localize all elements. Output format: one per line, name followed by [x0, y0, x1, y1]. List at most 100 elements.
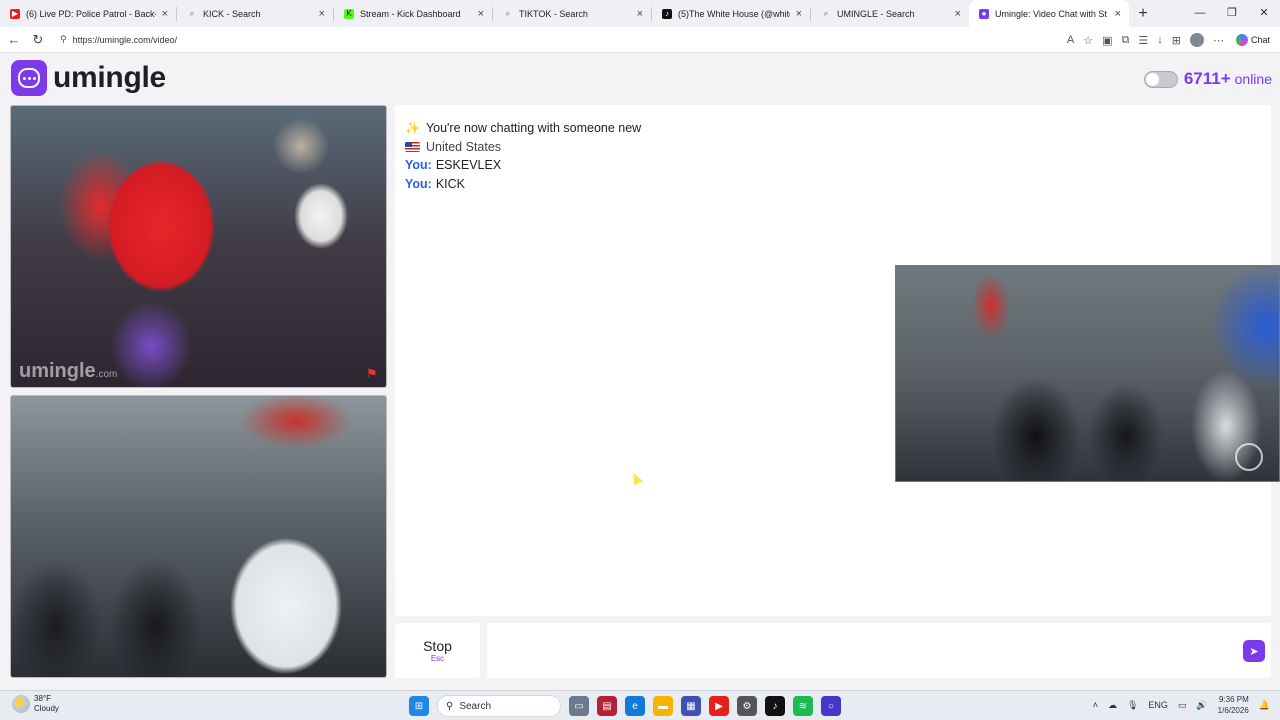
stop-button[interactable]: Stop Esc [395, 623, 480, 678]
sparkle-icon: ✨ [405, 121, 420, 135]
tab-kick-search[interactable]: ⌕ KICK - Search × [177, 0, 333, 27]
language-indicator[interactable]: ENG [1148, 700, 1168, 710]
send-icon[interactable]: ➤ [1243, 640, 1265, 662]
tab-live-pd[interactable]: ▶ (6) Live PD: Police Patrol - Back-to × [0, 0, 176, 27]
task-view-icon[interactable]: ▭ [569, 696, 589, 716]
close-icon[interactable]: × [1115, 8, 1121, 20]
tiktok-icon[interactable]: ♪ [765, 696, 785, 716]
store-icon[interactable]: ▦ [681, 696, 701, 716]
intro-text: You're now chatting with someone new [425, 121, 642, 135]
extensions-icon[interactable]: ⧉ [1122, 34, 1130, 47]
tab-label: TIKTOK - Search [519, 8, 588, 19]
split-screen-icon[interactable]: ▣ [1102, 34, 1112, 47]
edge-browser-icon[interactable]: e [625, 696, 645, 716]
weather-widget[interactable]: 38°F Cloudy [12, 694, 59, 714]
us-flag-icon [405, 141, 420, 152]
reload-icon[interactable]: ↻ [26, 32, 50, 48]
message-sender: You: [405, 176, 432, 191]
site-logo[interactable]: umingle [11, 60, 166, 96]
spotify-icon[interactable]: ≋ [793, 696, 813, 716]
report-flag-icon[interactable]: ⚑ [366, 367, 380, 381]
tab-kick-dashboard[interactable]: K Stream - Kick Dashboard × [334, 0, 492, 27]
close-icon[interactable]: × [955, 8, 961, 20]
logo-text: umingle [53, 61, 166, 94]
online-count: 6711+ [1183, 69, 1231, 88]
minimize-icon[interactable]: — [1184, 0, 1216, 27]
chat-bubble-icon [11, 60, 47, 96]
back-arrow-icon[interactable]: ← [2, 32, 26, 47]
taskbar-apps: ⊞ ⚲ Search ▭ ▤ e ▬ ▦ ▶ ⚙ ♪ ≋ ○ [409, 695, 841, 717]
umingle-page: umingle 6711+ online umingle.com ⚑ ✨ You… [0, 53, 1280, 690]
browser-tab-strip: ▶ (6) Live PD: Police Patrol - Back-to ×… [0, 0, 1280, 27]
close-icon[interactable]: × [637, 8, 643, 20]
display-icon[interactable]: ▭ [1178, 700, 1187, 711]
maximize-icon[interactable]: ❐ [1216, 0, 1248, 27]
cloudy-weather-icon [12, 695, 30, 713]
umingle-icon: ● [979, 8, 989, 19]
site-info-icon[interactable]: ⚲ [60, 34, 67, 45]
youtube-icon[interactable]: ▶ [709, 696, 729, 716]
clock-date: 1/6/2026 [1217, 706, 1249, 715]
tab-umingle-search[interactable]: ⌕ UMINGLE - Search × [811, 0, 969, 27]
speaker-icon[interactable]: 🔊 [1196, 700, 1207, 711]
chat-intro: ✨ You're now chatting with someone new [405, 119, 641, 138]
clock[interactable]: 9:36 PM 1/6/2026 [1218, 694, 1249, 716]
kick-icon: K [344, 8, 354, 19]
cloud-icon[interactable]: ☁ [1108, 700, 1117, 711]
favorites-icon[interactable]: ☰ [1138, 34, 1148, 47]
search-icon: ⌕ [823, 8, 829, 18]
file-explorer-icon[interactable]: ▬ [653, 696, 673, 716]
taskbar-search[interactable]: ⚲ Search [437, 695, 561, 717]
tab-umingle-active[interactable]: ● Umingle: Video Chat with St × [969, 0, 1129, 27]
collections-icon[interactable]: ⊞ [1172, 34, 1181, 47]
tab-white-house[interactable]: ♪ (5)The White House (@whitehous × [652, 0, 810, 27]
stop-label: Stop [423, 638, 452, 654]
tray-chevron-icon[interactable]: ˄ [1093, 700, 1098, 710]
close-window-icon[interactable]: ✕ [1248, 0, 1280, 27]
notification-icon[interactable]: 🔔 [1259, 700, 1270, 711]
app-circle-icon[interactable]: ○ [821, 696, 841, 716]
watermark-suffix: .com [95, 369, 118, 380]
search-label: Search [459, 700, 492, 712]
microphone-icon[interactable]: 🎙 [1127, 700, 1138, 711]
copilot-chat-button[interactable]: Chat [1232, 31, 1274, 49]
chat-message: You: ESKEVLEX [405, 156, 641, 175]
chat-message: You: KICK [405, 175, 641, 194]
toolbar-icons: A ☆ ▣ ⧉ ☰ ↓ ⊞ ⋯ [1067, 27, 1224, 53]
message-text: ESKEVLEX [435, 158, 502, 172]
address-bar[interactable]: ⚲ https://umingle.com/video/ [54, 29, 1054, 50]
read-aloud-icon[interactable]: A [1067, 34, 1074, 46]
tab-label: UMINGLE - Search [837, 8, 915, 19]
theme-toggle[interactable] [1143, 70, 1178, 88]
webcam-overlay-video [895, 265, 1280, 482]
downloads-icon[interactable]: ↓ [1157, 34, 1163, 46]
message-text: KICK [435, 176, 466, 191]
own-video [10, 395, 387, 678]
close-icon[interactable]: × [319, 8, 325, 20]
tab-tiktok-search[interactable]: ⌕ TIKTOK - Search × [493, 0, 651, 27]
close-icon[interactable]: × [162, 8, 168, 20]
system-tray: ˄ ☁ 🎙 ENG ▭ 🔊 9:36 PM 1/6/2026 🔔 [1093, 694, 1270, 716]
profile-avatar[interactable] [1190, 33, 1204, 47]
message-input[interactable]: ➤ [487, 623, 1271, 678]
search-icon: ⌕ [505, 8, 511, 18]
chat-country: United States [405, 138, 641, 157]
search-icon: ⌕ [189, 8, 195, 18]
settings-icon[interactable]: ⚙ [737, 696, 757, 716]
windows-start-icon[interactable]: ⊞ [409, 696, 429, 716]
close-icon[interactable]: × [796, 8, 802, 20]
youtube-icon: ▶ [10, 8, 20, 19]
chat-button-label: Chat [1250, 35, 1270, 45]
tab-label: (6) Live PD: Police Patrol - Back-to [26, 8, 156, 19]
search-icon: ⚲ [446, 700, 454, 712]
favorite-star-icon[interactable]: ☆ [1083, 34, 1093, 47]
close-icon[interactable]: × [478, 8, 484, 20]
overlay-badge-icon [1235, 443, 1263, 471]
bank-app-icon[interactable]: ▤ [597, 696, 617, 716]
new-tab-button[interactable]: + [1129, 0, 1157, 27]
country-text: United States [426, 139, 502, 154]
weather-temp: 38°F [34, 694, 51, 703]
clock-time: 9:36 PM [1218, 695, 1249, 704]
more-menu-icon[interactable]: ⋯ [1213, 34, 1224, 47]
online-label: online [1234, 71, 1272, 87]
